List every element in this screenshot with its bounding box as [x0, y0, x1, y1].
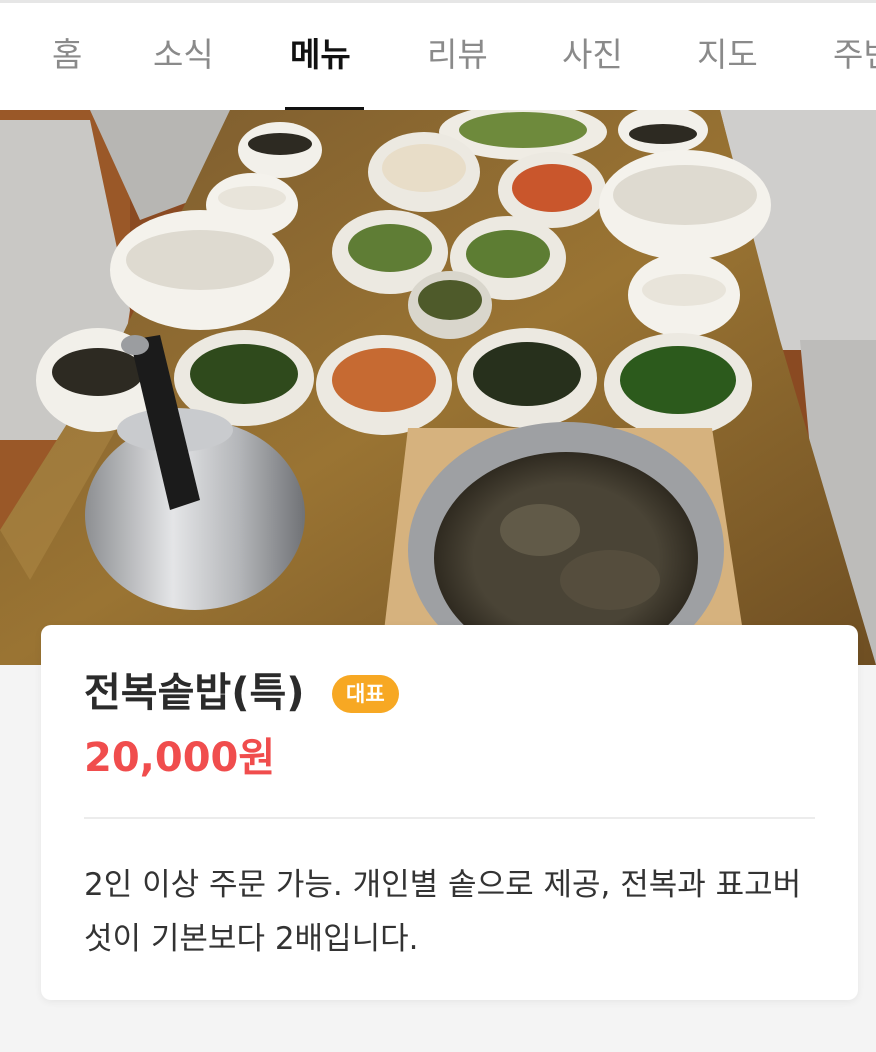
tab-map[interactable]: 지도: [697, 33, 758, 77]
menu-item-name: 전복솥밥(특): [84, 670, 305, 716]
tab-news[interactable]: 소식: [153, 33, 214, 77]
tab-nearby[interactable]: 주변: [833, 33, 876, 77]
menu-item-description: 2인 이상 주문 가능. 개인별 솥으로 제공, 전복과 표고버섯이 기본보다 …: [84, 867, 802, 957]
menu-item-card[interactable]: 전복솥밥(특) 대표 20,000원 2인 이상 주문 가능. 개인별 솥으로 …: [41, 625, 858, 1000]
tab-menu[interactable]: 메뉴: [290, 33, 351, 77]
signature-badge: 대표: [332, 675, 399, 713]
card-divider: [84, 817, 815, 819]
menu-item-price: 20,000원: [84, 735, 276, 781]
tab-home[interactable]: 홈: [52, 33, 82, 77]
tab-reviews[interactable]: 리뷰: [427, 33, 488, 77]
tab-photos[interactable]: 사진: [562, 33, 623, 77]
menu-photo[interactable]: [0, 110, 876, 665]
tab-bar: 홈 소식 메뉴 리뷰 사진 지도 주변: [0, 0, 876, 110]
